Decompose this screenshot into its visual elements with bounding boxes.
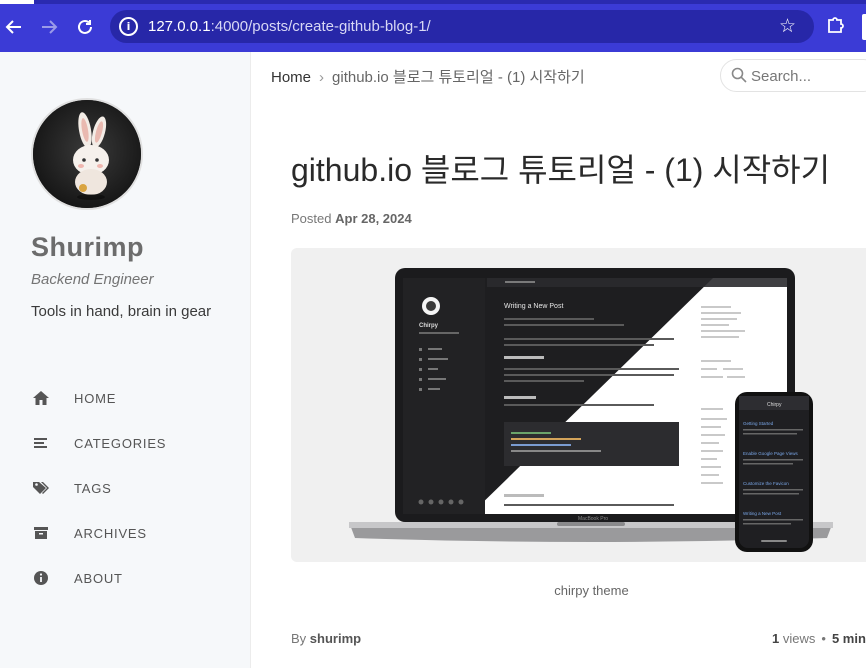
tags-icon xyxy=(33,482,49,494)
author-link[interactable]: shurimp xyxy=(310,631,361,646)
by-label: By xyxy=(291,631,307,646)
post-meta: Posted Apr 28, 2024 xyxy=(291,211,412,226)
arrow-left-icon xyxy=(5,20,21,34)
chirpy-theme-mockup: Chirpy Writing a New Post MacBook Pro Ch… xyxy=(349,268,833,552)
search-icon xyxy=(731,67,747,83)
home-icon xyxy=(33,391,49,405)
site-info-icon[interactable]: i xyxy=(119,17,138,36)
phone-post-1: Getting Started xyxy=(743,421,774,426)
sidebar-item-archives[interactable]: ARCHIVES xyxy=(0,512,250,557)
sidebar-item-label: CATEGORIES xyxy=(74,436,167,451)
laptop-label: MacBook Pro xyxy=(578,516,608,522)
search-input[interactable] xyxy=(751,66,861,86)
reload-icon xyxy=(78,19,92,34)
views-count: 1 xyxy=(772,631,780,646)
url-path: :4000/posts/create-github-blog-1/ xyxy=(210,18,431,35)
phone-post-3: Customize the Favicon xyxy=(743,481,789,486)
breadcrumb-current: github.io 블로그 튜토리얼 - (1) 시작하기 xyxy=(332,69,585,86)
sidebar-item-label: ARCHIVES xyxy=(74,526,147,541)
breadcrumb: Home › github.io 블로그 튜토리얼 - (1) 시작하기 xyxy=(271,66,585,87)
active-tab-edge xyxy=(0,0,34,4)
posted-label: Posted xyxy=(291,211,332,226)
avatar[interactable] xyxy=(31,98,143,210)
arrow-right-icon xyxy=(42,20,58,34)
archive-icon xyxy=(34,527,48,539)
browser-toolbar: i 127.0.0.1:4000/posts/create-github-blo… xyxy=(0,0,866,52)
post-stats: 1 views • 5 min xyxy=(772,631,866,646)
laptop-site-name: Chirpy xyxy=(419,323,439,329)
read-time: 5 min xyxy=(831,631,866,646)
info-icon xyxy=(34,571,48,585)
sidebar-item-home[interactable]: HOME xyxy=(0,377,250,422)
views-label: views xyxy=(782,631,816,646)
sidebar-item-tags[interactable]: TAGS xyxy=(0,467,250,512)
url-text[interactable]: 127.0.0.1:4000/posts/create-github-blog-… xyxy=(148,18,431,35)
site-description: Tools in hand, brain in gear xyxy=(31,303,212,320)
forward-button[interactable] xyxy=(36,14,62,40)
sidebar-item-about[interactable]: ABOUT xyxy=(0,557,250,602)
post-title: github.io 블로그 튜토리얼 - (1) 시작하기 xyxy=(291,152,831,188)
star-icon[interactable]: ☆ xyxy=(779,15,796,37)
search-box[interactable] xyxy=(720,59,866,92)
breadcrumb-home-link[interactable]: Home xyxy=(271,69,311,86)
tab-strip xyxy=(0,0,866,4)
site-title[interactable]: Shurimp xyxy=(31,232,144,263)
sidebar-item-label: HOME xyxy=(74,391,117,406)
phone-site-name: Chirpy xyxy=(767,402,782,408)
side-panel-edge[interactable] xyxy=(862,14,866,40)
sidebar-item-categories[interactable]: CATEGORIES xyxy=(0,422,250,467)
rabbit-figurine-image xyxy=(33,100,141,208)
address-bar[interactable]: i 127.0.0.1:4000/posts/create-github-blo… xyxy=(110,10,814,43)
sidebar-item-label: TAGS xyxy=(74,481,112,496)
sidebar: Shurimp Backend Engineer Tools in hand, … xyxy=(0,52,251,668)
site-subtitle: Backend Engineer xyxy=(31,271,154,288)
phone-post-4: Writing a New Post xyxy=(743,511,782,516)
extensions-button[interactable] xyxy=(826,14,848,36)
breadcrumb-separator: › xyxy=(319,69,325,86)
sidebar-item-label: ABOUT xyxy=(74,571,123,586)
laptop-post-title: Writing a New Post xyxy=(504,303,563,310)
phone-post-2: Enable Google Page Views xyxy=(743,451,798,456)
url-host: 127.0.0.1 xyxy=(148,18,211,35)
image-caption: chirpy theme xyxy=(554,583,629,598)
post-preview-image[interactable]: Chirpy Writing a New Post MacBook Pro Ch… xyxy=(291,248,866,562)
posted-date: Apr 28, 2024 xyxy=(335,211,412,226)
post-author: By shurimp xyxy=(291,631,361,646)
sidebar-menu: HOME CATEGORIES TAGS ARCHIVES ABOUT xyxy=(0,377,250,602)
reload-button[interactable] xyxy=(72,14,98,40)
stream-icon xyxy=(34,438,47,448)
topbar: Home › github.io 블로그 튜토리얼 - (1) 시작하기 xyxy=(251,52,866,100)
back-button[interactable] xyxy=(1,14,27,40)
puzzle-icon xyxy=(828,17,844,33)
stats-separator: • xyxy=(821,631,826,646)
